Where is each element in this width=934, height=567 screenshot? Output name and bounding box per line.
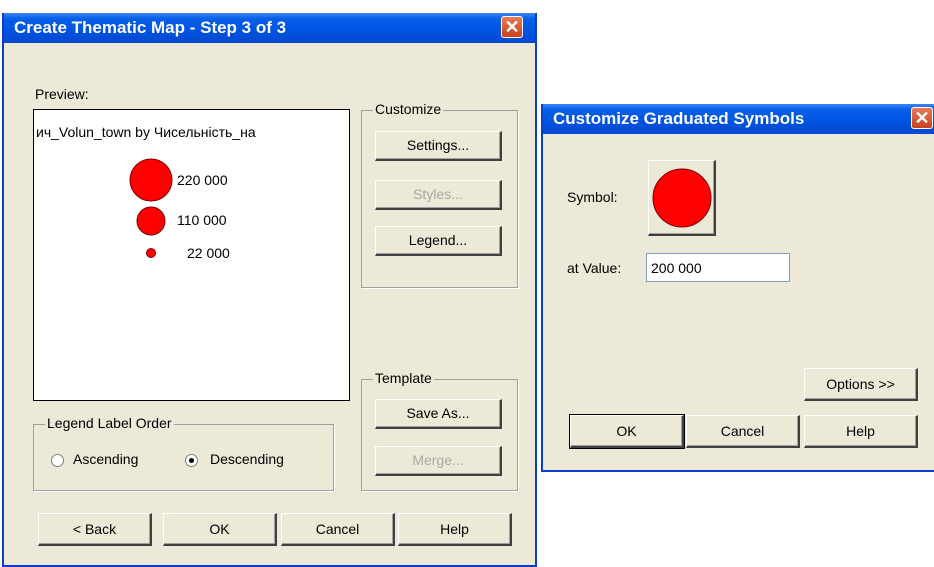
- legend-symbol-small: [146, 248, 156, 258]
- close-icon[interactable]: ✕: [501, 16, 523, 38]
- template-group-label: Template: [373, 370, 434, 386]
- options-button[interactable]: Options >>: [804, 368, 918, 401]
- cancel-button[interactable]: Cancel: [281, 513, 395, 546]
- back-button[interactable]: < Back: [38, 513, 152, 546]
- symbols-title-bar[interactable]: Customize Graduated Symbols: [543, 104, 934, 134]
- symbol-picker-button[interactable]: [648, 160, 716, 236]
- legend-label-medium: 110 000: [177, 212, 227, 228]
- preview-label: Preview:: [35, 86, 89, 102]
- merge-button[interactable]: Merge...: [375, 446, 502, 476]
- descending-radio[interactable]: [185, 454, 198, 467]
- symbol-label: Symbol:: [567, 189, 618, 205]
- symbols-ok-button[interactable]: OK: [569, 414, 685, 449]
- symbols-close-icon[interactable]: ✕: [911, 107, 933, 129]
- legend-button[interactable]: Legend...: [375, 226, 502, 256]
- ascending-label[interactable]: Ascending: [73, 451, 138, 467]
- legend-symbol-medium: [136, 206, 166, 236]
- preview-pane: ич_Volun_town by Чисельність_на 220 000 …: [33, 109, 350, 401]
- symbols-dialog-title: Customize Graduated Symbols: [553, 109, 805, 128]
- styles-button[interactable]: Styles...: [375, 180, 502, 210]
- legend-symbol-large: [129, 158, 173, 202]
- radio-selected-dot: [189, 458, 194, 463]
- title-bar[interactable]: Create Thematic Map - Step 3 of 3: [4, 13, 535, 43]
- legend-order-label: Legend Label Order: [45, 415, 174, 431]
- value-label: at Value:: [567, 260, 622, 276]
- settings-button[interactable]: Settings...: [375, 131, 502, 161]
- ok-button[interactable]: OK: [163, 513, 277, 546]
- graduated-symbols-dialog: Customize Graduated Symbols ✕ Symbol: at…: [541, 104, 934, 472]
- legend-label-large: 220 000: [177, 172, 228, 188]
- symbols-cancel-button[interactable]: Cancel: [686, 415, 800, 448]
- thematic-map-dialog: Create Thematic Map - Step 3 of 3 ✕ Prev…: [2, 13, 537, 567]
- help-button[interactable]: Help: [398, 513, 512, 546]
- dialog-title: Create Thematic Map - Step 3 of 3: [14, 18, 287, 37]
- value-input[interactable]: [646, 253, 790, 282]
- customize-group-label: Customize: [373, 101, 444, 117]
- symbols-help-button[interactable]: Help: [804, 415, 918, 448]
- ascending-radio[interactable]: [51, 454, 64, 467]
- legend-label-small: 22 000: [187, 245, 230, 261]
- red-circle-symbol-icon: [652, 168, 712, 228]
- descending-label[interactable]: Descending: [210, 451, 284, 467]
- save-as-button[interactable]: Save As...: [375, 399, 502, 429]
